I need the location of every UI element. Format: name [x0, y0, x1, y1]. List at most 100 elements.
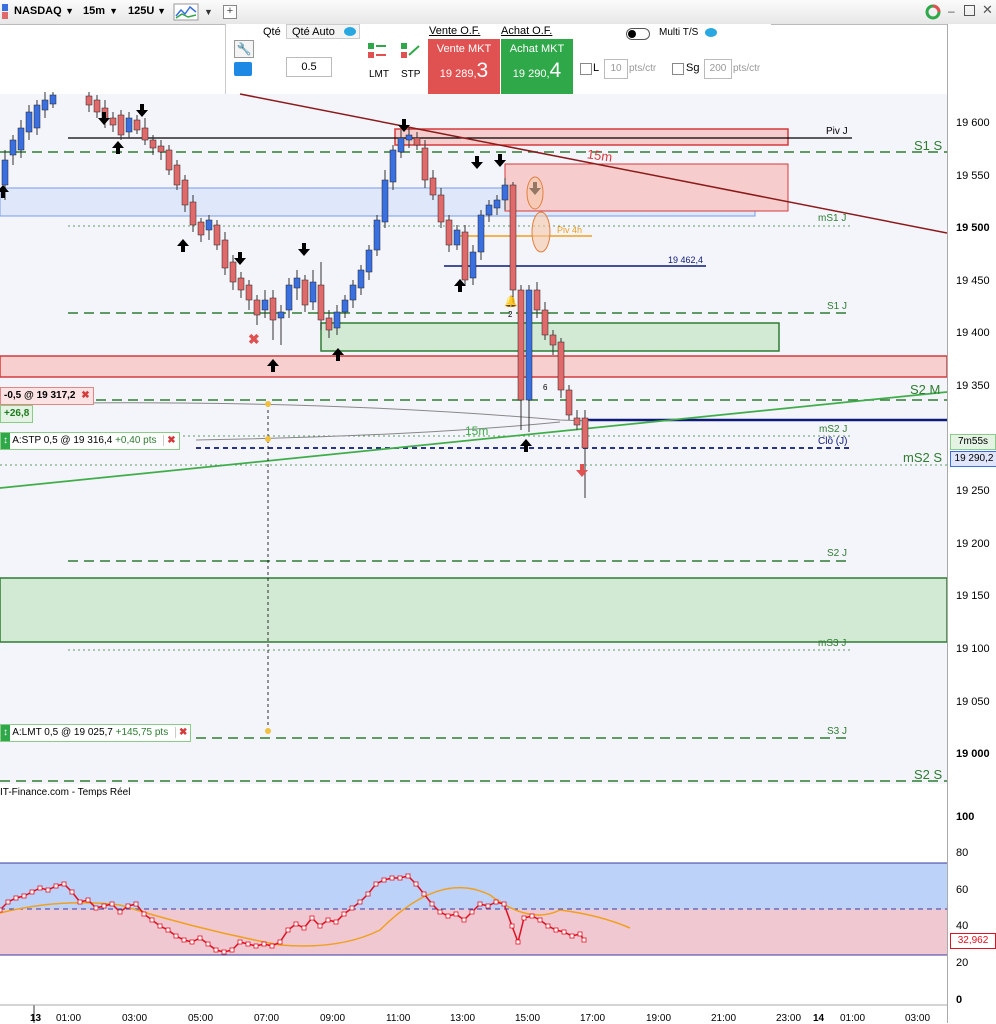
osc-point — [141, 911, 147, 917]
minimize-icon[interactable]: – — [948, 4, 960, 18]
candle-body — [349, 284, 357, 301]
ms1-j-label: mS1 J — [818, 213, 847, 224]
candle-body — [333, 311, 341, 329]
osc-point — [77, 899, 83, 905]
position-pnl: +26,8 — [0, 405, 34, 423]
zone-red-top — [394, 128, 789, 146]
candle-body — [85, 95, 93, 106]
osc-point — [101, 903, 107, 909]
hline-price-label: 19 462,4 — [668, 255, 704, 265]
candle-body — [213, 224, 221, 246]
drag-handle-icon[interactable]: ↕ — [1, 433, 10, 449]
candle-body — [301, 279, 309, 306]
osc-point — [69, 889, 75, 895]
osc-point — [293, 921, 299, 927]
candle-body — [285, 284, 293, 311]
candle-body — [389, 149, 397, 183]
cancel-order-icon[interactable]: ✖ — [163, 435, 179, 446]
candle-body — [581, 417, 589, 449]
osc-point — [437, 909, 443, 915]
osc-point — [205, 941, 211, 947]
osc-point — [285, 927, 291, 933]
osc-point — [53, 883, 59, 889]
time-label: 09:00 — [320, 1013, 346, 1024]
osc-point — [561, 929, 567, 935]
order-handle-dot[interactable] — [265, 401, 271, 407]
osc-point — [341, 911, 347, 917]
s1-s-label: S1 S — [914, 138, 943, 153]
time-label: 13:00 — [450, 1013, 476, 1024]
s2-m-label: S2 M — [910, 382, 941, 397]
osc-point — [45, 887, 51, 893]
time-label: 14 — [813, 1013, 825, 1024]
close-position-icon[interactable]: ✖ — [81, 390, 89, 401]
highlight-ellipse — [531, 211, 551, 253]
osc-point — [229, 947, 235, 953]
candle-body — [125, 117, 133, 133]
osc-point — [389, 875, 395, 881]
price-label: 19 250 — [956, 485, 990, 497]
candle-body — [493, 199, 501, 209]
s3-j-label: S3 J — [827, 726, 848, 737]
candle-body — [205, 219, 213, 231]
osc-point — [545, 923, 551, 929]
cancel-order-icon[interactable]: ✖ — [174, 727, 191, 738]
osc-point — [245, 941, 251, 947]
osc-point — [477, 901, 483, 907]
osc-point — [365, 891, 371, 897]
osc-point — [61, 881, 67, 887]
candle-body — [445, 219, 453, 246]
candle-body — [365, 249, 373, 273]
marker-6: 6 — [543, 383, 548, 392]
data-source-label: IT-Finance.com - Temps Réel — [0, 787, 131, 798]
candle-body — [117, 114, 125, 136]
osc-point — [37, 885, 43, 891]
stop-order-tag[interactable]: ↕ A:STP 0,5 @ 19 316,4 +0,40 pts ✖ — [0, 432, 180, 450]
order-handle-dot[interactable] — [265, 436, 271, 442]
maximize-icon[interactable] — [964, 5, 975, 16]
osc-point — [221, 949, 227, 955]
candle-body — [173, 164, 181, 186]
time-label: 01:00 — [840, 1013, 866, 1024]
osc-label: 40 — [956, 920, 969, 932]
osc-point — [5, 899, 11, 905]
osc-point — [453, 911, 459, 917]
osc-point — [261, 941, 267, 947]
drag-handle-icon[interactable]: ↕ — [1, 725, 10, 741]
price-label: 19 100 — [956, 643, 990, 655]
ms2-s-label: mS2 S — [903, 450, 943, 465]
osc-point — [397, 875, 403, 881]
price-chart[interactable]: ✖ 🔔 — [0, 0, 947, 1023]
osc-label: 100 — [956, 811, 975, 823]
candle-body — [109, 117, 117, 126]
candle-body — [477, 214, 485, 253]
candle-body — [25, 111, 33, 133]
osc-point — [197, 935, 203, 941]
limit-order-tag[interactable]: ↕ A:LMT 0,5 @ 19 025,7 +145,75 pts ✖ — [0, 724, 192, 742]
position-tag[interactable]: -0,5 @ 19 317,2 ✖ — [0, 387, 94, 405]
candle-body — [381, 179, 389, 223]
candle-body — [357, 269, 365, 289]
osc-point — [109, 901, 115, 907]
price-label: 19 200 — [956, 538, 990, 550]
candle-body — [341, 299, 349, 313]
close-icon[interactable]: ✕ — [982, 2, 993, 18]
candle-body — [397, 137, 405, 153]
osc-point — [529, 913, 535, 919]
osc-point — [429, 901, 435, 907]
candle-body — [573, 417, 581, 426]
candle-body — [373, 219, 381, 251]
candle-body — [141, 127, 149, 141]
osc-point — [553, 927, 559, 933]
osc-point — [117, 909, 123, 915]
candle-body — [229, 261, 237, 283]
order-handle-dot[interactable] — [265, 728, 271, 734]
osc-point — [501, 901, 507, 907]
candle-body — [261, 299, 269, 311]
osc-point — [537, 917, 543, 923]
price-label: 19 000 — [956, 748, 990, 760]
price-axis[interactable]: 19 600 19 550 19 500 19 450 19 400 19 35… — [947, 24, 996, 1023]
osc-point — [325, 917, 331, 923]
s2-j-label: S2 J — [827, 548, 848, 559]
osc-point — [93, 905, 99, 911]
